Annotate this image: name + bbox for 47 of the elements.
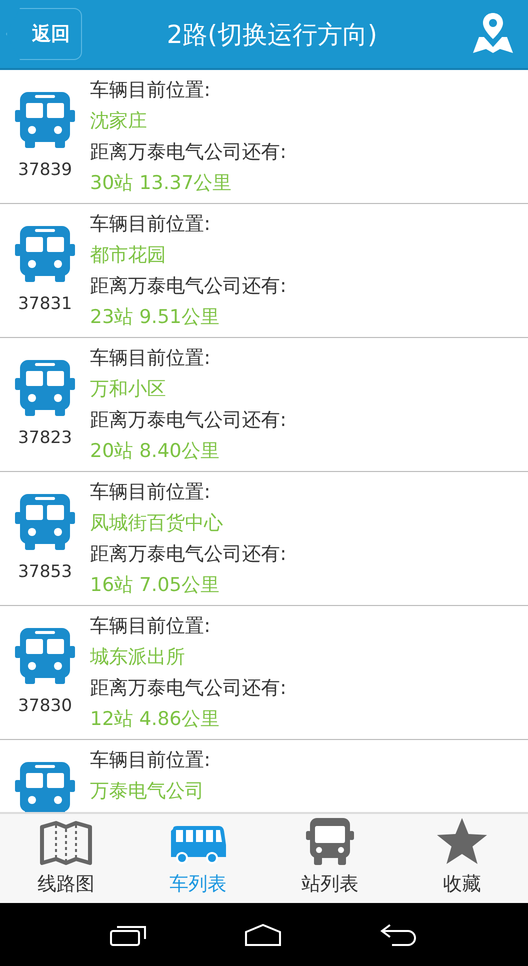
- bus-icon: [15, 360, 75, 416]
- bus-number: 37823: [18, 428, 72, 448]
- distance-value: 20站 8.40公里: [90, 439, 221, 464]
- distance-label: 距离万泰电气公司还有:: [90, 676, 286, 701]
- distance-label: 距离万泰电气公司还有:: [90, 542, 286, 567]
- current-stop: 万泰电气公司: [90, 779, 205, 804]
- bus-icon: [15, 226, 75, 282]
- tab[interactable]: 线路图: [0, 814, 132, 903]
- distance-value: 16站 7.05公里: [90, 573, 221, 598]
- bus-icon: [15, 494, 75, 550]
- bus-icon: [306, 817, 354, 865]
- distance-value: 23站 9.51公里: [90, 305, 221, 330]
- bus-icon: [169, 825, 227, 865]
- map-icon: [39, 821, 93, 865]
- position-label: 车辆目前位置:: [90, 614, 212, 639]
- back-icon[interactable]: [380, 922, 418, 946]
- bus-number: 37853: [18, 562, 72, 582]
- bus-icon: [15, 628, 75, 684]
- position-label: 车辆目前位置:: [90, 78, 212, 103]
- recent-apps-icon[interactable]: [110, 924, 146, 946]
- distance-value: 12站 4.86公里: [90, 707, 221, 732]
- position-label: 车辆目前位置:: [90, 212, 212, 237]
- bus-number: 37830: [18, 696, 72, 716]
- bus-icon: [15, 92, 75, 148]
- current-stop: 都市花园: [90, 243, 167, 268]
- current-stop: 沈家庄: [90, 109, 148, 134]
- bus-list-item[interactable]: 37823 车辆目前位置: 万和小区 距离万泰电气公司还有: 20站 8.40公里: [0, 338, 528, 472]
- distance-label: 距离万泰电气公司还有:: [90, 274, 286, 299]
- current-stop: 城东派出所: [90, 645, 186, 670]
- star-icon: [436, 817, 488, 865]
- bus-list-item[interactable]: 37830 车辆目前位置: 城东派出所 距离万泰电气公司还有: 12站 4.86公里: [0, 606, 528, 740]
- home-icon[interactable]: [244, 924, 281, 946]
- distance-value: 30站 13.37公里: [90, 171, 233, 196]
- tab[interactable]: 收藏: [396, 814, 528, 903]
- current-stop: 万和小区: [90, 377, 167, 402]
- bus-number: 37831: [18, 294, 72, 314]
- position-label: 车辆目前位置:: [90, 480, 212, 505]
- tab[interactable]: 站列表: [264, 814, 396, 903]
- distance-label: 距离万泰电气公司还有:: [90, 408, 286, 433]
- bus-number: 37839: [18, 160, 72, 180]
- current-stop: 凤城街百货中心: [90, 511, 224, 536]
- bus-list-item[interactable]: 37853 车辆目前位置: 凤城街百货中心 距离万泰电气公司还有: 16站 7.05公里: [0, 472, 528, 606]
- distance-label: 距离万泰电气公司还有:: [90, 140, 286, 165]
- bus-list-item[interactable]: 37831 车辆目前位置: 都市花园 距离万泰电气公司还有: 23站 9.51公里: [0, 204, 528, 338]
- position-label: 车辆目前位置:: [90, 748, 210, 773]
- position-label: 车辆目前位置:: [90, 346, 212, 371]
- bus-list-item[interactable]: 37839 车辆目前位置: 沈家庄 距离万泰电气公司还有: 30站 13.37公里: [0, 70, 528, 204]
